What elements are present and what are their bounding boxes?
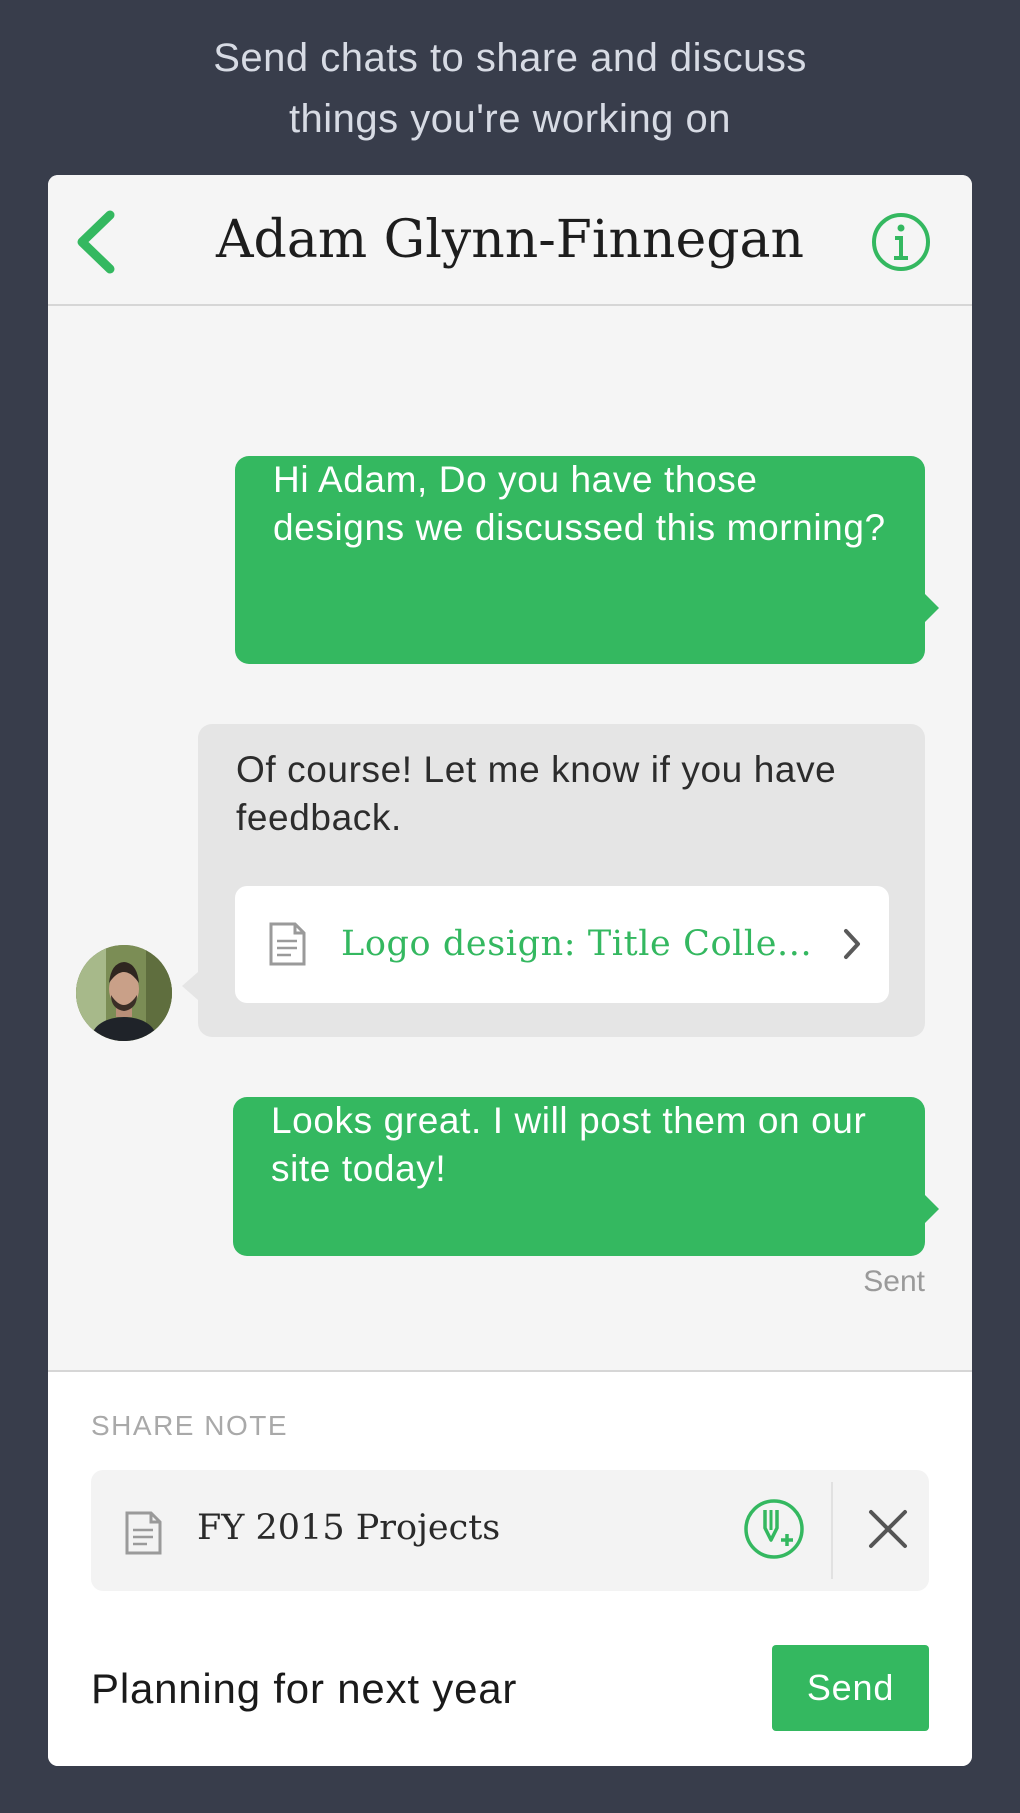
info-button[interactable] xyxy=(870,211,932,273)
incoming-message: Of course! Let me know if you have feedb… xyxy=(182,724,925,1037)
shared-note-title: FY 2015 Projects xyxy=(197,1508,501,1548)
annotate-button[interactable] xyxy=(743,1498,805,1560)
contact-name: Adam Glynn-Finnegan xyxy=(215,210,805,270)
onboarding-caption: Send chats to share and discuss things y… xyxy=(0,28,1020,150)
delivery-status: Sent xyxy=(863,1265,925,1298)
caption-line-1: Send chats to share and discuss xyxy=(213,36,807,80)
message-text: Hi Adam, Do you have those designs we di… xyxy=(273,459,886,548)
message-text: Of course! Let me know if you have feedb… xyxy=(236,749,837,838)
chat-screen: Adam Glynn-Finnegan Yesterday 10:08 AM H… xyxy=(48,175,972,1766)
back-button[interactable] xyxy=(68,207,128,277)
composer: SHARE NOTE FY 2015 Projects Planning for… xyxy=(48,1370,972,1766)
bubble-tail xyxy=(923,592,939,624)
message-text: Looks great. I will post them on our sit… xyxy=(271,1100,867,1189)
outgoing-message: Hi Adam, Do you have those designs we di… xyxy=(235,456,939,664)
info-icon xyxy=(872,213,930,271)
avatar-photo xyxy=(76,945,172,1041)
note-icon xyxy=(269,922,306,966)
pen-add-icon xyxy=(744,1499,804,1559)
attachment-title: Logo design: Title Colle... xyxy=(341,924,813,964)
shared-note[interactable]: FY 2015 Projects xyxy=(91,1470,929,1591)
avatar[interactable] xyxy=(76,945,172,1041)
note-icon xyxy=(125,1511,162,1555)
chevron-left-icon xyxy=(77,210,115,274)
divider xyxy=(831,1482,833,1579)
close-icon xyxy=(869,1510,907,1548)
bubble-tail xyxy=(923,1193,939,1225)
chevron-right-icon xyxy=(844,929,860,959)
note-attachment[interactable]: Logo design: Title Colle... xyxy=(235,886,889,1003)
share-note-label: SHARE NOTE xyxy=(91,1410,289,1441)
caption-line-2: things you're working on xyxy=(288,97,732,141)
message-input[interactable] xyxy=(91,1652,711,1726)
bubble-tail xyxy=(182,972,198,1000)
chat-header: Adam Glynn-Finnegan xyxy=(48,175,972,306)
remove-note-button[interactable] xyxy=(865,1506,911,1552)
send-button[interactable]: Send xyxy=(772,1645,929,1731)
outgoing-message: Looks great. I will post them on our sit… xyxy=(233,1097,939,1256)
